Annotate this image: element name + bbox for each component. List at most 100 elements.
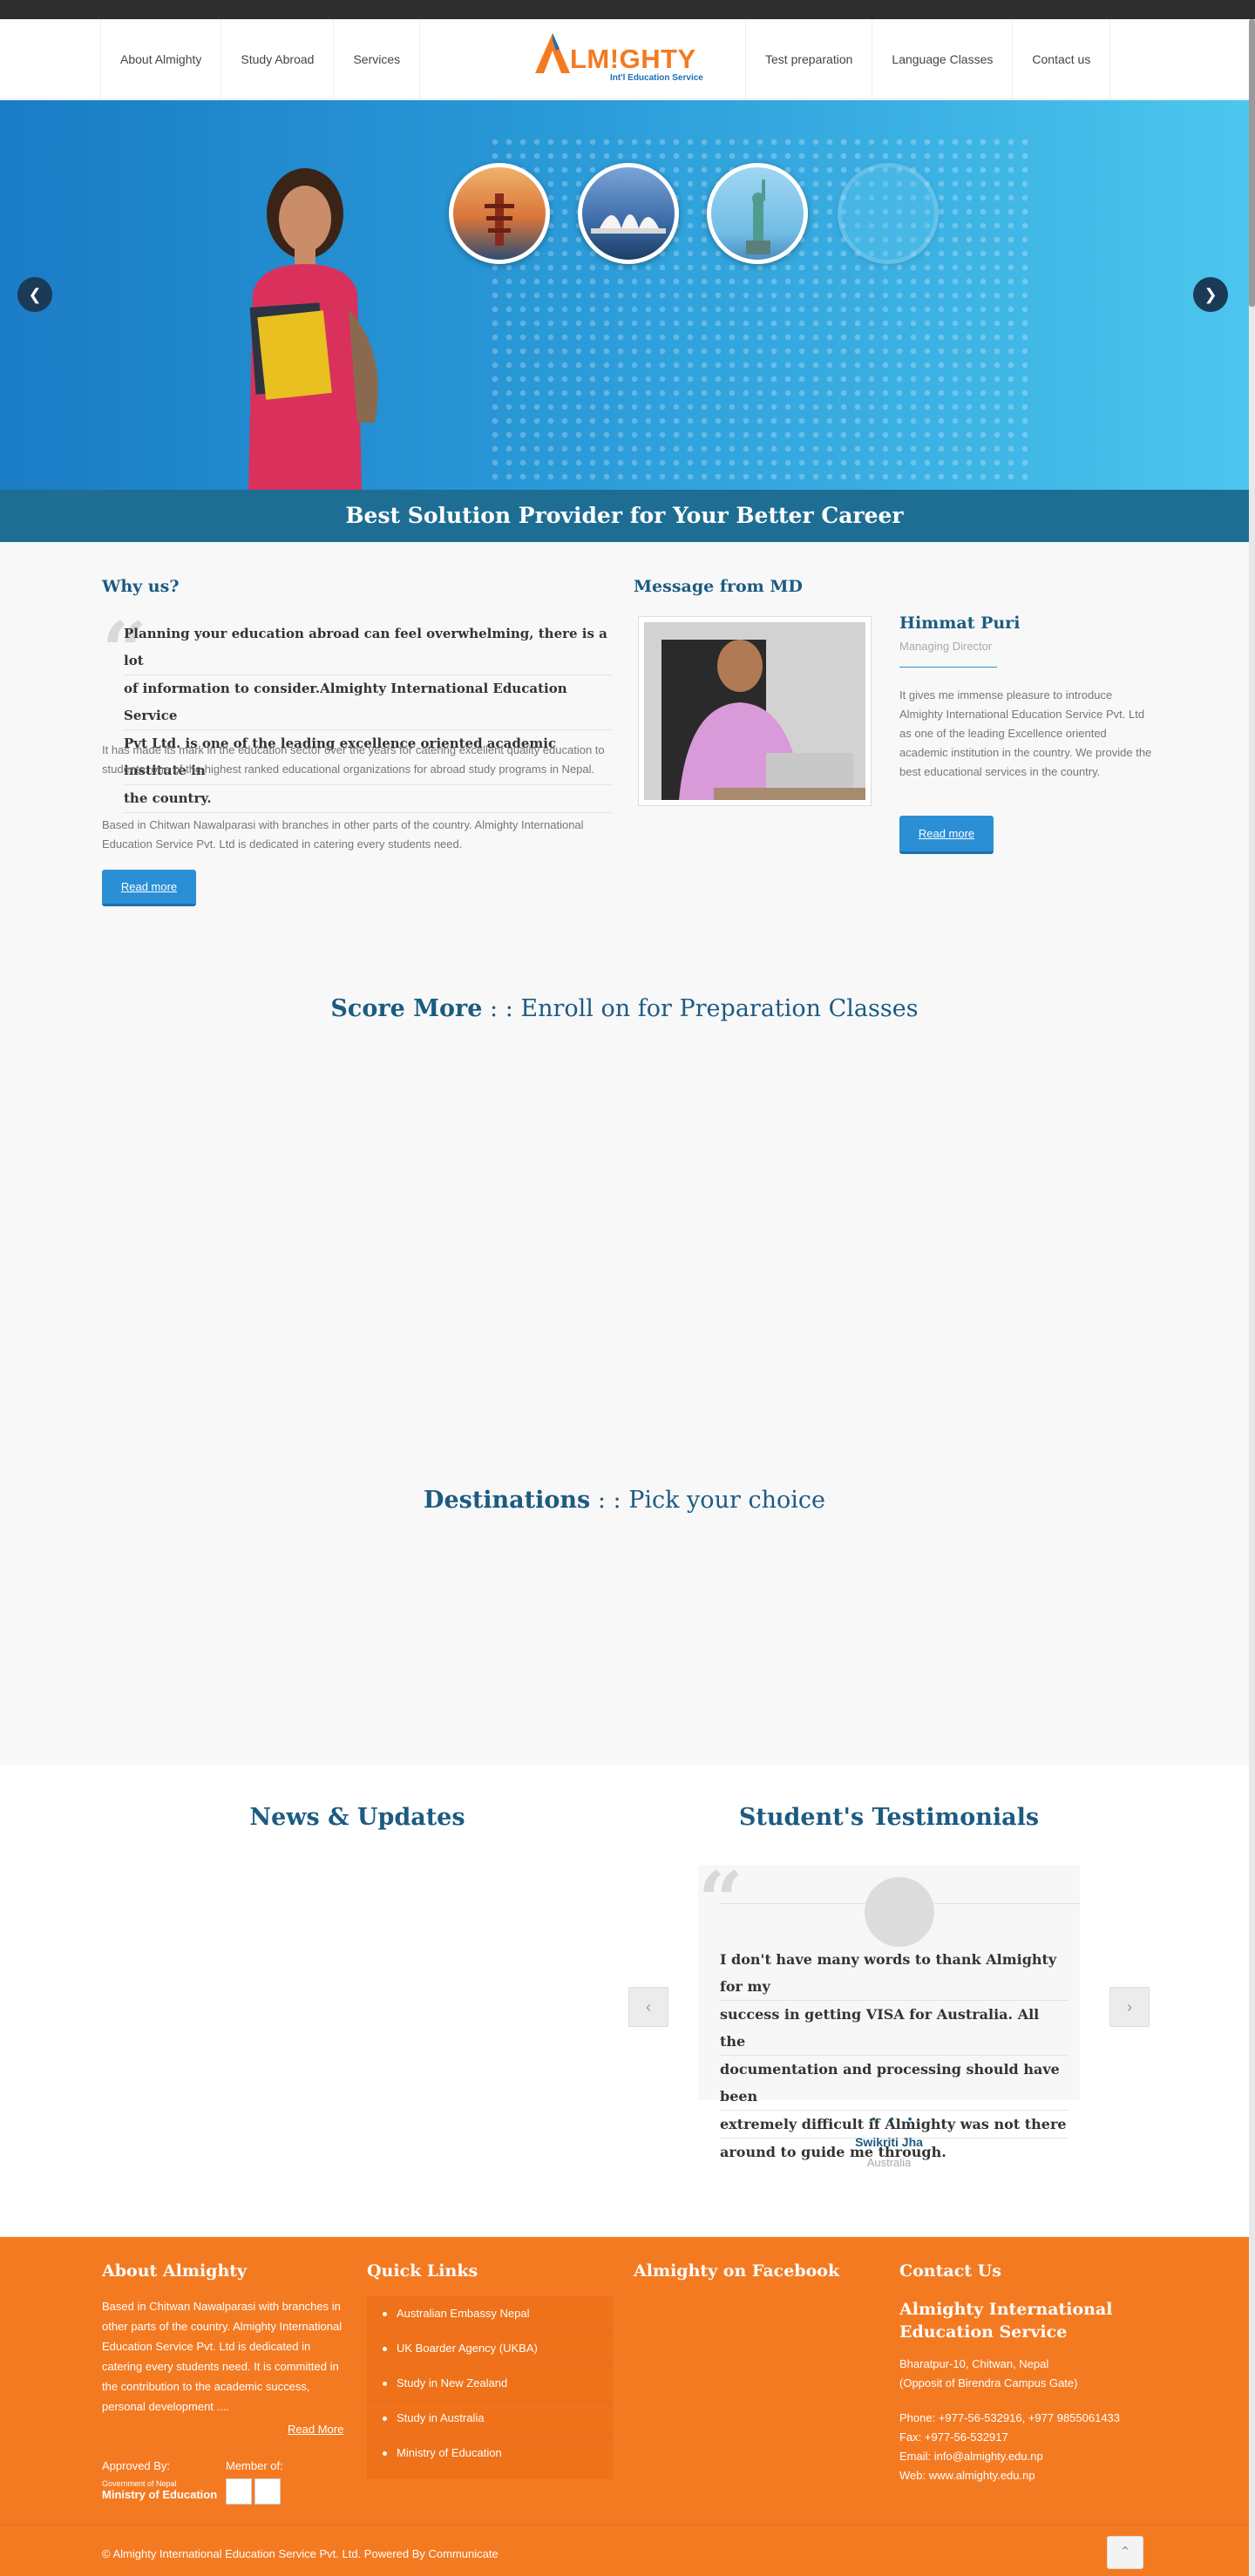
destination-faded-image: [838, 163, 939, 264]
contact-address-2: (Opposit of Birendra Campus Gate): [899, 2376, 1078, 2390]
why-us-lead: Planning your education abroad can feel …: [124, 620, 612, 813]
lead-line: Planning your education abroad can feel …: [124, 620, 612, 675]
why-us-section: Why us? “ Planning your education abroad…: [102, 577, 613, 906]
score-more-bold: Score More: [330, 995, 483, 1022]
testimonial-next-button[interactable]: ›: [1109, 1987, 1150, 2027]
lead-line: the country.: [124, 785, 612, 813]
news-heading: News & Updates: [249, 1804, 465, 1831]
chevron-left-icon: ‹: [646, 1998, 651, 2016]
member-badge-1-logo: [226, 2478, 252, 2505]
approved-by-label: Approved By:: [102, 2459, 171, 2472]
nav-right: Test preparation Language Classes Contac…: [745, 19, 1111, 99]
contact-web[interactable]: Web: www.almighty.edu.np: [899, 2465, 1035, 2485]
destinations-rest: : : Pick your choice: [590, 1487, 825, 1514]
destination-usa-image: [707, 163, 808, 264]
back-to-top-button[interactable]: ⌃: [1107, 2536, 1143, 2569]
md-photo-frame: [638, 616, 872, 806]
member-badges: [226, 2478, 281, 2505]
why-us-heading: Why us?: [102, 577, 180, 596]
destination-sydney-image: [578, 163, 679, 264]
footer-links-col: Quick Links: [367, 2261, 478, 2281]
chevron-right-icon: ❯: [1204, 286, 1218, 303]
quick-links-heading: Quick Links: [367, 2261, 478, 2281]
quote-icon: “: [698, 1854, 743, 1947]
destination-japan-image: [449, 163, 550, 264]
quick-link[interactable]: UK Boarder Agency (UKBA): [367, 2331, 613, 2366]
score-more-rest: : : Enroll on for Preparation Classes: [482, 995, 919, 1022]
why-us-paragraph-2: Based in Chitwan Nawalparasi with branch…: [102, 818, 584, 851]
testimonial-card: “ I don't have many words to thank Almig…: [698, 1854, 1080, 2160]
quick-link[interactable]: Australian Embassy Nepal: [367, 2296, 613, 2331]
nav-language-classes[interactable]: Language Classes: [872, 19, 1014, 99]
testimonial-prev-button[interactable]: ‹: [628, 1987, 668, 2027]
md-divider: [899, 667, 997, 668]
footer-about-heading: About Almighty: [102, 2261, 248, 2281]
contact-address-1: Bharatpur-10, Chitwan, Nepal: [899, 2357, 1049, 2370]
why-us-read-more-button[interactable]: Read more: [102, 870, 196, 906]
quick-link[interactable]: Study in New Zealand: [367, 2366, 613, 2401]
member-badge-2-logo: [254, 2478, 281, 2505]
moe-small-text: Government of Nepal: [102, 2479, 177, 2488]
hero-slider: ❮ ❯: [0, 100, 1249, 490]
footer-about-col: About Almighty: [102, 2261, 247, 2281]
contact-company: Almighty International Education Service: [899, 2300, 1113, 2342]
chevron-left-icon: ❮: [28, 286, 42, 303]
md-heading: Message from MD: [634, 577, 803, 596]
testimonial-pagination-dots[interactable]: • • •: [872, 2112, 917, 2125]
site-footer: About Almighty Based in Chitwan Nawalpar…: [0, 2237, 1249, 2576]
chevron-right-icon: ›: [1127, 1998, 1132, 2016]
copyright-text: © Almighty International Education Servi…: [102, 2547, 499, 2560]
slider-prev-button[interactable]: ❮: [17, 277, 52, 312]
site-logo[interactable]: LM!GHTY Int'l Education Service: [535, 31, 709, 87]
contact-email[interactable]: Email: info@almighty.edu.np: [899, 2446, 1043, 2466]
testimonials-heading: Student's Testimonials: [738, 1804, 1040, 1831]
footer-contact-col: Contact Us: [899, 2261, 1001, 2281]
contact-fax: Fax: +977-56-532917: [899, 2430, 1008, 2444]
nav-services[interactable]: Services: [334, 19, 421, 99]
md-role: Managing Director: [899, 640, 993, 653]
nav-study-abroad[interactable]: Study Abroad: [221, 19, 335, 99]
quick-link[interactable]: Study in Australia: [367, 2401, 613, 2436]
quick-links-list: Australian Embassy Nepal UK Boarder Agen…: [367, 2296, 613, 2479]
slider-next-button[interactable]: ❯: [1193, 277, 1228, 312]
lead-line: of information to consider.Almighty Inte…: [124, 675, 612, 730]
testimonial-quote: I don't have many words to thank Almight…: [720, 1946, 1068, 2166]
score-more-heading: Score More : : Enroll on for Preparation…: [0, 995, 1249, 1022]
browser-top-strip: [0, 0, 1255, 19]
hero-banner-text: Best Solution Provider for Your Better C…: [345, 503, 904, 528]
quote-line: documentation and processing should have…: [720, 2056, 1068, 2111]
avatar: [865, 1877, 934, 1947]
md-read-more-button[interactable]: Read more: [899, 816, 994, 854]
nav-left: About Almighty Study Abroad Services: [100, 19, 421, 99]
contact-phone: Phone: +977-56-532916, +977 9855061433: [899, 2411, 1121, 2424]
nav-contact[interactable]: Contact us: [1013, 19, 1111, 99]
logo-tagline: Int'l Education Service: [610, 73, 703, 83]
nav-test-preparation[interactable]: Test preparation: [745, 19, 873, 99]
page-scrollbar[interactable]: [1249, 19, 1255, 2576]
quick-link[interactable]: Ministry of Education: [367, 2436, 613, 2471]
facebook-heading: Almighty on Facebook: [634, 2261, 840, 2281]
logo-wordmark: LM!GHTY: [570, 44, 696, 74]
quote-line: I don't have many words to thank Almight…: [720, 1946, 1068, 2001]
destinations-heading: Destinations : : Pick your choice: [0, 1487, 1249, 1514]
quote-line: success in getting VISA for Australia. A…: [720, 2001, 1068, 2056]
why-us-paragraph-1: It has made its mark in the education se…: [102, 743, 605, 776]
md-photo: [644, 622, 865, 800]
contact-heading: Contact Us: [899, 2261, 1001, 2281]
member-of-label: Member of:: [226, 2459, 283, 2472]
nav-about[interactable]: About Almighty: [100, 19, 222, 99]
hero-banner-bar: Best Solution Provider for Your Better C…: [0, 490, 1249, 542]
ministry-of-education-logo: Government of Nepal Ministry of Educatio…: [102, 2479, 224, 2509]
site-header: About Almighty Study Abroad Services LM!…: [0, 19, 1249, 99]
md-message-section: Message from MD Himmat Puri Managing Dir…: [634, 577, 1157, 854]
chevron-up-icon: ⌃: [1119, 2545, 1131, 2559]
student-girl-image: [248, 168, 378, 490]
destinations-bold: Destinations: [424, 1487, 591, 1514]
testimonial-author: Swikriti Jha: [855, 2135, 923, 2149]
testimonial-country: Australia: [866, 2156, 912, 2169]
md-name: Himmat Puri: [899, 613, 1021, 633]
footer-about-text: Based in Chitwan Nawalparasi with branch…: [102, 2300, 343, 2413]
footer-read-more-link[interactable]: Read More: [288, 2423, 343, 2436]
scrollbar-thumb[interactable]: [1249, 19, 1255, 307]
moe-big-text: Ministry of Education: [102, 2488, 218, 2501]
